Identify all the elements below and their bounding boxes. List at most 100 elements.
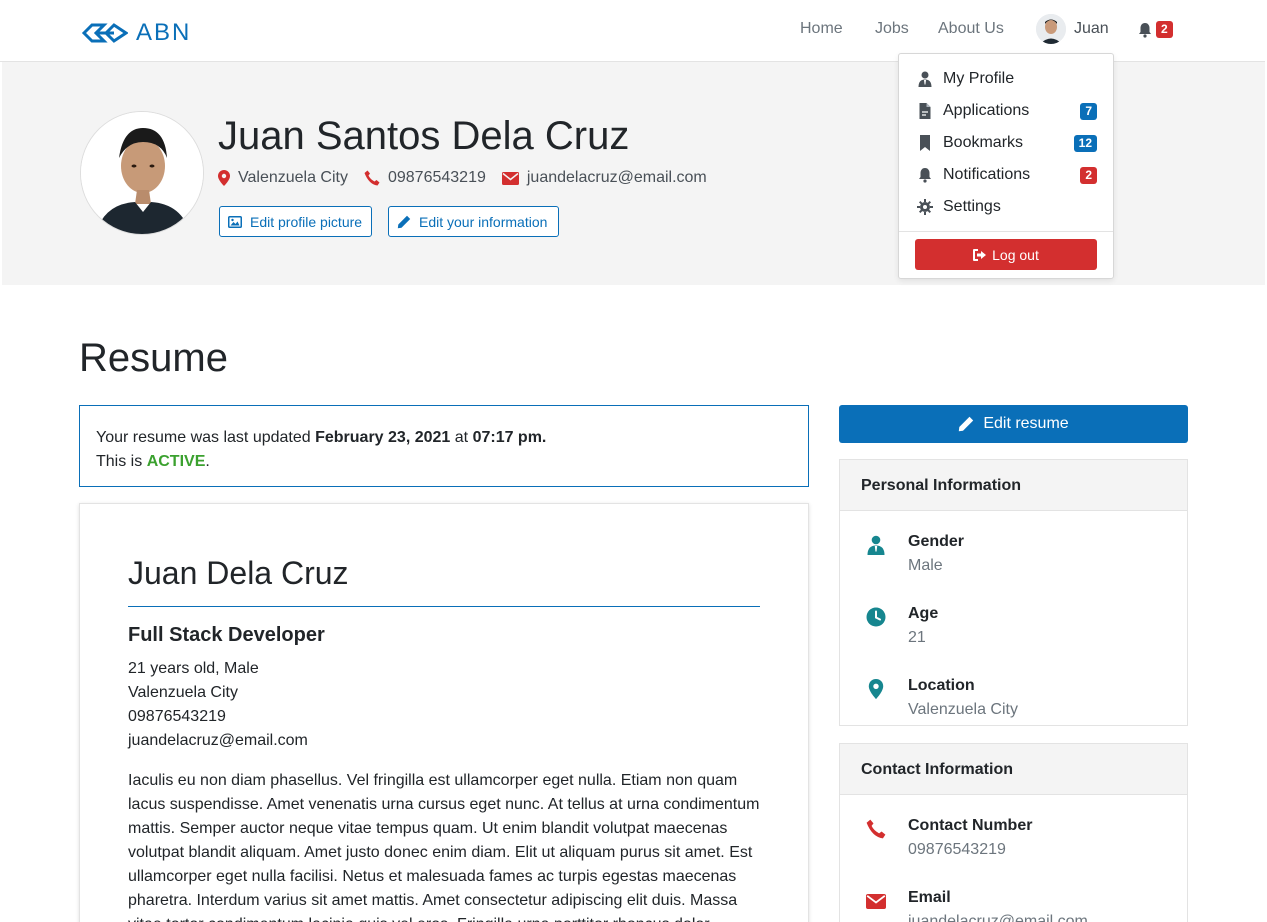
profile-location: Valenzuela City	[218, 169, 348, 187]
contact-number-row: Contact Number 09876543219	[840, 817, 1187, 867]
envelope-icon	[866, 894, 886, 909]
user-menu-toggle[interactable]: Juan	[1036, 14, 1109, 44]
resume-role: Full Stack Developer	[128, 624, 325, 646]
status-badge: ACTIVE	[146, 453, 206, 470]
pencil-icon	[397, 215, 411, 228]
avatar	[1036, 14, 1066, 44]
email-value: juandelacruz@email.com	[908, 913, 1088, 922]
menu-item-label: Notifications	[943, 166, 1031, 183]
contact-number-value: 09876543219	[908, 841, 1006, 858]
status-line2-prefix: This is	[96, 453, 143, 470]
resume-email: juandelacruz@email.com	[128, 732, 308, 749]
gender-label: Gender	[908, 533, 965, 550]
profile-contact-line: Valenzuela City 09876543219 juandelacruz…	[218, 169, 723, 187]
map-pin-icon	[218, 170, 230, 186]
bell-icon	[1139, 22, 1151, 38]
menu-item-label: My Profile	[943, 70, 1015, 87]
resume-location: Valenzuela City	[128, 684, 238, 701]
user-dropdown-menu: My Profile Applications 7 Bookmarks 12 N…	[898, 53, 1114, 279]
profile-location-text: Valenzuela City	[238, 169, 348, 186]
logout-button[interactable]: Log out	[915, 239, 1097, 270]
status-line-2: This is ACTIVE.	[96, 450, 792, 474]
status-prefix: Your resume was last updated	[96, 429, 311, 446]
contact-information-panel: Contact Information Contact Number 09876…	[839, 743, 1188, 922]
image-icon	[228, 215, 242, 228]
phone-icon	[364, 170, 380, 186]
edit-resume-button[interactable]: Edit resume	[839, 405, 1188, 443]
resume-status-box: Your resume was last updated February 23…	[79, 405, 809, 487]
logo-text: ABN	[136, 19, 192, 46]
notification-count-badge: 2	[1156, 21, 1173, 38]
resume-name: Juan Dela Cruz	[128, 555, 349, 591]
file-icon	[919, 103, 931, 119]
menu-item-my-profile[interactable]: My Profile	[899, 63, 1113, 95]
brand-logo[interactable]: ABN	[82, 19, 191, 47]
location-label: Location	[908, 677, 975, 694]
logout-label: Log out	[992, 246, 1039, 263]
email-label: Email	[908, 889, 951, 906]
status-line-1: Your resume was last updated February 23…	[96, 426, 792, 450]
notifications-toggle[interactable]: 2	[1137, 21, 1173, 38]
menu-item-notifications[interactable]: Notifications 2	[899, 159, 1113, 191]
sign-out-icon	[973, 248, 987, 261]
menu-item-label: Applications	[943, 102, 1030, 119]
personal-information-panel: Personal Information Gender Male Age 21 …	[839, 459, 1188, 726]
profile-photo-icon	[81, 112, 203, 234]
profile-picture	[80, 111, 204, 235]
profile-phone-text: 09876543219	[387, 169, 486, 186]
location-row: Location Valenzuela City	[840, 677, 1187, 727]
edit-profile-picture-button[interactable]: Edit profile picture	[219, 206, 372, 237]
profile-phone: 09876543219	[364, 169, 486, 187]
user-name: Juan	[1074, 20, 1109, 37]
edit-information-label: Edit your information	[419, 213, 548, 230]
contact-information-heading: Contact Information	[840, 744, 1187, 795]
resume-preview-card: Juan Dela Cruz Full Stack Developer 21 y…	[79, 503, 809, 922]
resume-divider	[128, 606, 760, 607]
bookmark-icon	[920, 135, 930, 151]
envelope-icon	[501, 171, 519, 185]
clock-icon	[866, 607, 886, 627]
pencil-icon	[959, 416, 974, 432]
gear-icon	[917, 199, 933, 215]
nav-jobs-link[interactable]: Jobs	[875, 20, 909, 38]
menu-item-applications[interactable]: Applications 7	[899, 95, 1113, 127]
location-value: Valenzuela City	[908, 701, 1018, 718]
menu-divider	[899, 231, 1113, 232]
edit-information-button[interactable]: Edit your information	[388, 206, 559, 237]
phone-icon	[866, 819, 886, 839]
applications-count-badge: 7	[1080, 103, 1097, 120]
bell-icon	[919, 168, 931, 183]
status-at: at	[454, 429, 469, 446]
user-tie-icon	[918, 71, 932, 87]
edit-resume-label: Edit resume	[983, 415, 1069, 432]
user-avatar-icon	[1036, 14, 1066, 44]
nav-about-link[interactable]: About Us	[938, 20, 1004, 38]
user-tie-icon	[867, 535, 885, 555]
status-line2-suffix: .	[205, 453, 210, 470]
menu-item-bookmarks[interactable]: Bookmarks 12	[899, 127, 1113, 159]
edit-profile-picture-label: Edit profile picture	[250, 213, 363, 230]
resume-phone: 09876543219	[128, 708, 226, 725]
profile-email: juandelacruz@email.com	[501, 169, 707, 187]
age-value: 21	[908, 629, 926, 646]
status-time: 07:17 pm.	[472, 429, 547, 446]
menu-item-label: Settings	[943, 198, 1001, 215]
age-label: Age	[908, 605, 939, 622]
nav-home-link[interactable]: Home	[800, 20, 843, 38]
map-pin-icon	[868, 679, 884, 699]
gender-row: Gender Male	[840, 533, 1187, 583]
resume-details: 21 years old, Male Valenzuela City 09876…	[128, 657, 308, 753]
page-title: Resume	[79, 336, 228, 380]
status-date: February 23, 2021	[315, 429, 451, 446]
resume-summary: Iaculis eu non diam phasellus. Vel fring…	[128, 772, 760, 922]
resume-age-gender: 21 years old, Male	[128, 660, 259, 677]
profile-full-name: Juan Santos Dela Cruz	[218, 114, 630, 158]
personal-information-heading: Personal Information	[840, 460, 1187, 511]
notifications-count-badge: 2	[1080, 167, 1097, 184]
bookmarks-count-badge: 12	[1073, 135, 1097, 152]
abn-logo-icon	[82, 23, 128, 43]
profile-email-text: juandelacruz@email.com	[526, 169, 707, 186]
contact-number-label: Contact Number	[908, 817, 1033, 834]
menu-item-settings[interactable]: Settings	[899, 191, 1113, 223]
gender-value: Male	[908, 557, 943, 574]
